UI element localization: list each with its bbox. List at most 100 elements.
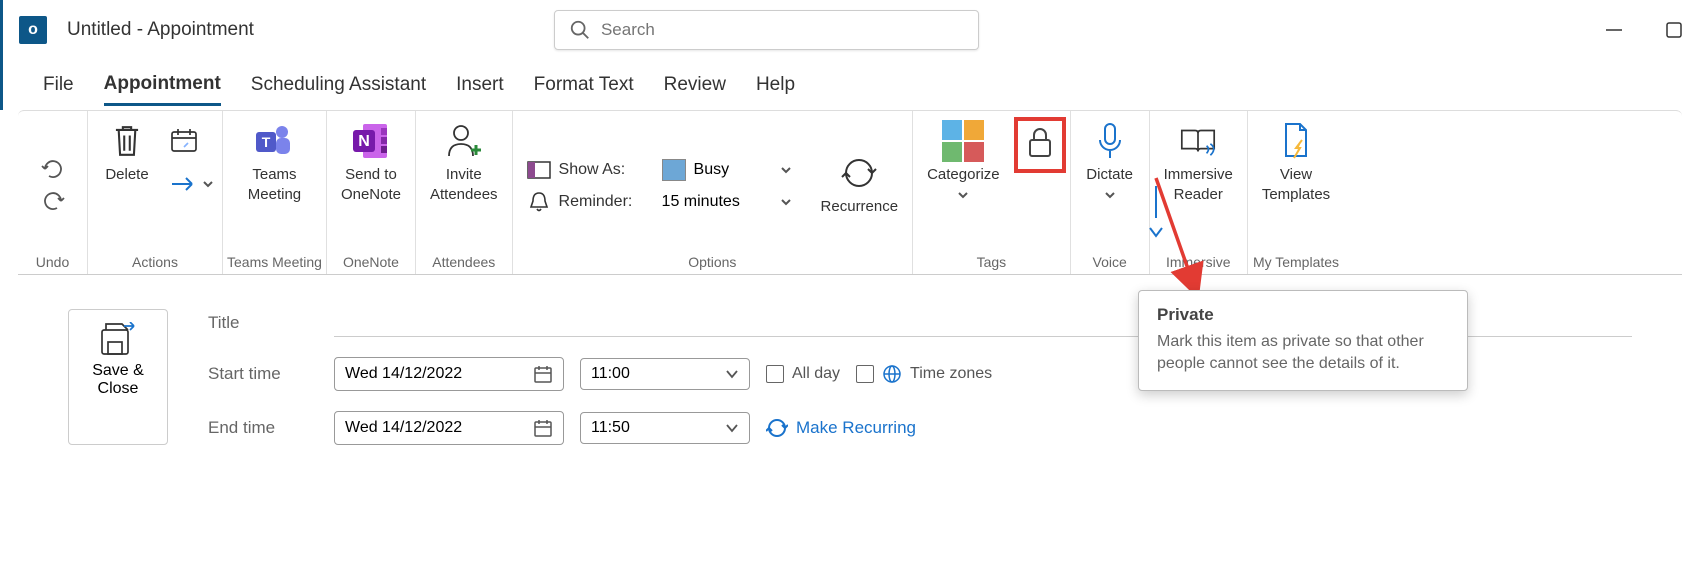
title-label: Title [208,313,318,333]
tab-file[interactable]: File [43,66,74,104]
tab-format-text[interactable]: Format Text [534,66,634,104]
busy-color-swatch [662,159,686,181]
tab-insert[interactable]: Insert [456,66,504,104]
forward-button[interactable] [166,171,218,197]
all-day-checkbox[interactable]: All day [766,365,840,383]
tabs-row: File Appointment Scheduling Assistant In… [0,60,1700,110]
categorize-icon [943,121,983,161]
ribbon-group-label-undo: Undo [36,252,69,272]
tab-review[interactable]: Review [664,66,726,104]
tab-appointment[interactable]: Appointment [104,65,221,106]
window-controls [1604,20,1684,40]
titlebar: o Untitled - Appointment [0,0,1700,60]
chevron-down-icon [725,369,739,379]
show-as-select[interactable]: Busy [657,156,797,184]
chevron-down-icon [725,423,739,433]
make-recurring-button[interactable]: Make Recurring [766,418,916,438]
search-box[interactable] [554,10,979,50]
immersive-reader-button[interactable]: Immersive Reader [1154,117,1243,208]
teams-meeting-button[interactable]: T Teams Meeting [238,117,311,208]
ribbon-group-label-tags: Tags [977,252,1007,272]
redo-button[interactable] [36,187,70,215]
search-icon [569,19,591,41]
end-date-input[interactable]: Wed 14/12/2022 [334,411,564,445]
time-zones-label: Time zones [910,365,992,383]
view-templates-button[interactable]: View Templates [1252,117,1340,208]
send-to-onenote-button[interactable]: N Send to OneNote [331,117,411,208]
teams-icon: T [254,121,294,161]
checkbox-icon [856,365,874,383]
show-as-label: Show As: [559,161,649,179]
globe-icon [882,364,902,384]
start-time-input[interactable]: 11:00 [580,358,750,390]
tooltip-title: Private [1157,305,1449,325]
ribbon-group-label-options: Options [688,252,736,272]
ribbon-group-voice: Dictate Voice [1071,111,1150,274]
dictate-button[interactable]: Dictate [1075,117,1145,205]
book-sound-icon [1178,121,1218,161]
immersive-reader-label: Immersive Reader [1164,165,1233,204]
app-icon: o [19,16,47,44]
recurrence-label: Recurrence [821,197,899,217]
end-time-value: 11:50 [591,419,630,437]
calendar-icon [533,364,553,384]
invite-attendees-label: Invite Attendees [430,165,498,204]
all-day-label: All day [792,365,840,383]
categorize-button[interactable]: Categorize [917,117,1010,205]
teams-meeting-label: Teams Meeting [248,165,301,204]
categorize-label: Categorize [927,165,1000,185]
delete-button[interactable]: Delete [92,117,162,189]
recurrence-icon [839,153,879,193]
reminder-value: 15 minutes [662,193,740,211]
start-date-input[interactable]: Wed 14/12/2022 [334,357,564,391]
chevron-down-icon [780,196,792,208]
undo-button[interactable] [36,155,70,183]
delete-label: Delete [105,165,148,185]
show-as-icon [527,160,551,180]
maximize-button[interactable] [1664,20,1684,40]
ribbon-group-templates: View Templates My Templates [1248,111,1344,274]
svg-text:T: T [262,134,271,150]
save-icon [100,322,136,356]
ribbon-group-label-teams: Teams Meeting [227,252,322,272]
ribbon-group-label-onenote: OneNote [343,252,399,272]
calendar-icon [533,418,553,438]
calendar-button[interactable] [166,123,218,157]
end-time-input[interactable]: 11:50 [580,412,750,444]
undo-icon [40,159,66,179]
save-close-button[interactable]: Save & Close [68,309,168,445]
invite-attendees-button[interactable]: Invite Attendees [420,117,508,208]
chevron-down-icon [1104,189,1116,201]
tab-scheduling-assistant[interactable]: Scheduling Assistant [251,66,426,104]
end-time-label: End time [208,418,318,438]
ribbon-group-teams: T Teams Meeting Teams Meeting [223,111,327,274]
window-title: Untitled - Appointment [67,19,254,41]
onenote-label: Send to OneNote [341,165,401,204]
private-button[interactable] [1014,117,1066,173]
time-zones-checkbox[interactable]: Time zones [856,364,992,384]
view-templates-label: View Templates [1262,165,1330,204]
dictate-label: Dictate [1086,165,1133,185]
ribbon-group-undo: Undo [18,111,88,274]
reminder-label: Reminder: [559,193,649,211]
onenote-icon: N [351,121,391,161]
reminder-select[interactable]: 15 minutes [657,190,797,214]
lock-icon [1020,123,1060,163]
redo-icon [40,191,66,211]
tab-help[interactable]: Help [756,66,795,104]
ribbon-group-label-templates: My Templates [1253,252,1339,272]
person-plus-icon [444,121,484,161]
calendar-icon [170,127,198,153]
save-close-label: Save & Close [87,362,149,398]
search-input[interactable] [601,20,964,40]
tooltip-description: Mark this item as private so that other … [1157,331,1449,376]
svg-text:N: N [358,133,370,150]
show-as-value: Busy [694,161,730,179]
chevron-down-icon [202,178,214,190]
start-time-label: Start time [208,364,318,384]
recurrence-button[interactable]: Recurrence [811,149,909,221]
microphone-icon [1090,121,1130,161]
minimize-button[interactable] [1604,20,1624,40]
make-recurring-label: Make Recurring [796,418,916,438]
ribbon-group-onenote: N Send to OneNote OneNote [327,111,416,274]
